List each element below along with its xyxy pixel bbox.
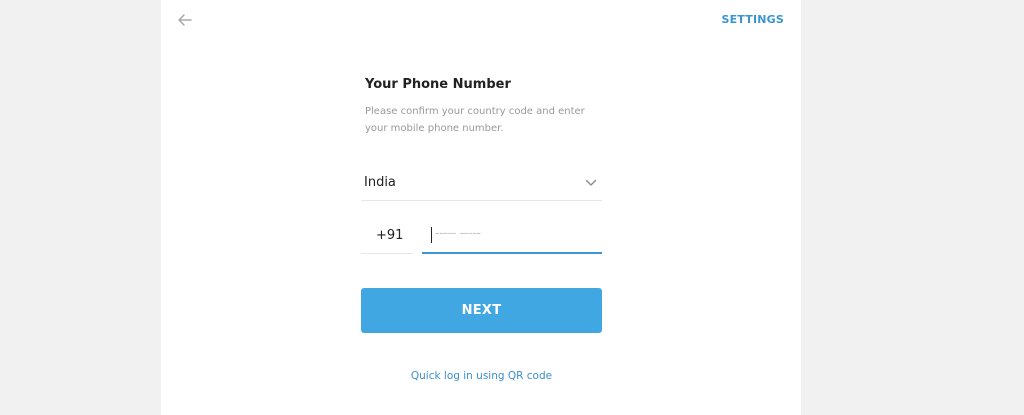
back-button[interactable] bbox=[175, 10, 195, 30]
country-code-value: +91 bbox=[376, 228, 404, 243]
phone-number-input[interactable]: ----- ----- bbox=[422, 218, 602, 254]
phone-number-placeholder: ----- ----- bbox=[435, 226, 481, 241]
arrow-left-icon bbox=[175, 10, 195, 30]
country-select[interactable]: India bbox=[361, 166, 602, 201]
next-button[interactable]: NEXT bbox=[361, 288, 602, 333]
country-code-field[interactable]: +91 bbox=[361, 218, 413, 254]
chevron-down-icon bbox=[585, 179, 597, 187]
page-title: Your Phone Number bbox=[365, 77, 511, 92]
text-caret bbox=[431, 227, 432, 243]
settings-link[interactable]: SETTINGS bbox=[721, 13, 784, 26]
country-value: India bbox=[364, 175, 396, 190]
instructions-text: Please confirm your country code and ent… bbox=[365, 106, 585, 134]
login-panel: SETTINGS Your Phone Number Please confir… bbox=[161, 0, 801, 415]
qr-login-link[interactable]: Quick log in using QR code bbox=[361, 370, 602, 382]
